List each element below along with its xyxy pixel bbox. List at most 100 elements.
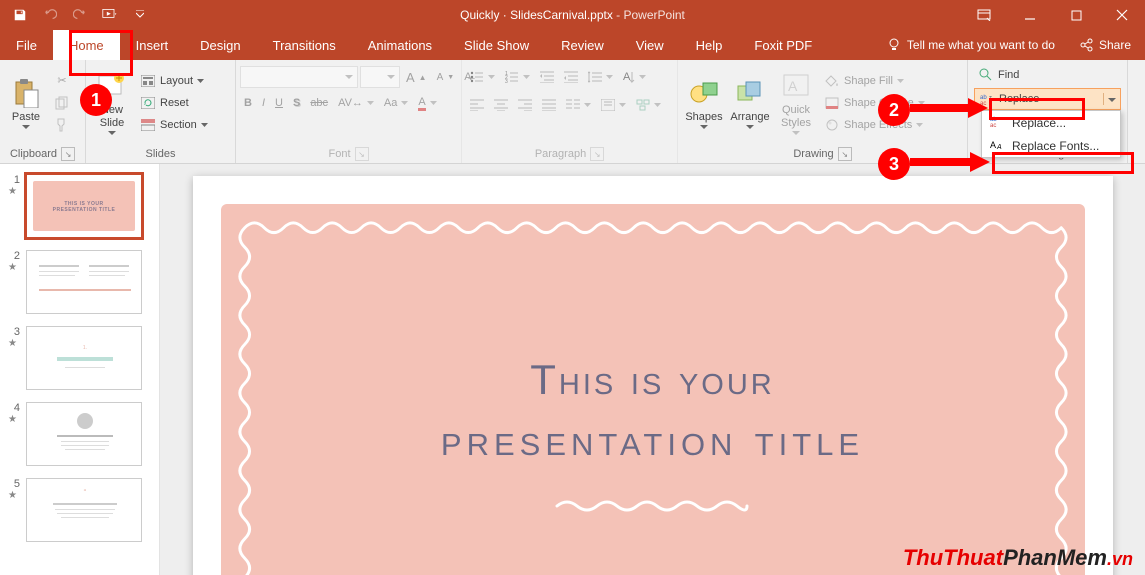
reset-button[interactable]: Reset (136, 92, 212, 114)
arrange-button[interactable]: Arrange (728, 75, 772, 131)
ribbon-display-options-button[interactable] (961, 0, 1007, 30)
section-button[interactable]: Section (136, 114, 212, 136)
char-spacing-button[interactable]: AV↔ (334, 92, 378, 114)
font-family-combo[interactable] (240, 66, 358, 88)
paragraph-dialog-launcher[interactable]: ↘ (590, 147, 604, 161)
app-name: - PowerPoint (613, 8, 685, 22)
svg-text:ac: ac (980, 101, 986, 105)
shrink-font-button[interactable]: A▼ (433, 66, 459, 88)
font-color-button[interactable]: A (414, 92, 440, 114)
svg-text:1.: 1. (83, 345, 87, 351)
italic-button[interactable]: I (258, 92, 269, 114)
slide-background: This is your presentation title (221, 204, 1085, 575)
align-text-button[interactable] (597, 94, 630, 116)
layout-button[interactable]: Layout (136, 70, 212, 92)
justify-button[interactable] (538, 94, 560, 116)
qat-customize-button[interactable] (126, 2, 154, 28)
tab-transitions[interactable]: Transitions (257, 30, 352, 60)
align-right-button[interactable] (514, 94, 536, 116)
save-button[interactable] (6, 2, 34, 28)
menu-replace-fonts[interactable]: AAReplace Fonts... (982, 134, 1120, 157)
font-size-combo[interactable] (360, 66, 400, 88)
tab-design[interactable]: Design (184, 30, 256, 60)
lightbulb-icon (887, 38, 901, 52)
drawing-dialog-launcher[interactable]: ↘ (838, 147, 852, 161)
spacing-icon: AV↔ (338, 97, 363, 109)
reset-icon (140, 95, 156, 111)
increase-indent-button[interactable] (560, 66, 582, 88)
align-center-button[interactable] (490, 94, 512, 116)
tab-view[interactable]: View (620, 30, 680, 60)
cut-button[interactable]: ✂ (50, 70, 74, 92)
columns-button[interactable] (562, 94, 595, 116)
grow-font-button[interactable]: A▲ (402, 66, 431, 88)
close-button[interactable] (1099, 0, 1145, 30)
maximize-button[interactable] (1053, 0, 1099, 30)
slide-canvas-area[interactable]: This is your presentation title (160, 164, 1145, 575)
arrange-icon (734, 77, 766, 109)
replace-fonts-icon: AA (990, 138, 1004, 153)
tab-animations[interactable]: Animations (352, 30, 448, 60)
tab-foxitpdf[interactable]: Foxit PDF (738, 30, 828, 60)
smartart-button[interactable] (632, 94, 665, 116)
section-icon (140, 117, 156, 133)
thumbnail-5[interactable]: 5★ “ (0, 476, 159, 552)
replace-dropdown-menu: abacReplace... AAReplace Fonts... (981, 110, 1121, 158)
line-spacing-button[interactable] (584, 66, 617, 88)
group-clipboard: Paste ✂ Clipboard↘ (0, 60, 86, 163)
ribbon-tabs: File Home Insert Design Transitions Anim… (0, 30, 1145, 60)
tellme-search[interactable]: Tell me what you want to do (877, 38, 1065, 52)
new-slide-icon (96, 70, 128, 102)
font-dialog-launcher[interactable]: ↘ (355, 147, 369, 161)
thumbnail-4[interactable]: 4★ (0, 400, 159, 476)
shape-outline-button[interactable]: Shape Outline (820, 92, 929, 114)
undo-button[interactable] (36, 2, 64, 28)
new-slide-button[interactable]: New Slide (90, 68, 134, 136)
quick-styles-button[interactable]: A Quick Styles (774, 68, 818, 136)
title-placeholder[interactable]: This is your presentation title (441, 351, 864, 521)
thumbnail-2[interactable]: 2★ (0, 248, 159, 324)
bold-button[interactable]: B (240, 92, 256, 114)
strikethrough-button[interactable]: abc (306, 92, 332, 114)
underline-button[interactable]: U (271, 92, 287, 114)
tab-insert[interactable]: Insert (120, 30, 185, 60)
effects-icon (824, 117, 840, 133)
thumbnail-3[interactable]: 3★ 1. (0, 324, 159, 400)
decrease-indent-button[interactable] (536, 66, 558, 88)
text-direction-button[interactable]: A (619, 66, 650, 88)
clipboard-dialog-launcher[interactable]: ↘ (61, 147, 75, 161)
group-slides: New Slide Layout Reset Section Slides (86, 60, 236, 163)
start-from-beginning-button[interactable] (96, 2, 124, 28)
quick-access-toolbar (0, 2, 154, 28)
format-painter-button[interactable] (50, 114, 74, 136)
shadow-button[interactable]: S (289, 92, 304, 114)
outline-icon (824, 95, 840, 111)
thumbnail-1[interactable]: 1★ THIS IS YOURPRESENTATION TITLE (0, 172, 159, 248)
change-case-button[interactable]: Aa (380, 92, 412, 114)
scissors-icon: ✂ (54, 73, 70, 89)
workarea: 1★ THIS IS YOURPRESENTATION TITLE 2★ 3★ … (0, 164, 1145, 575)
redo-button[interactable] (66, 2, 94, 28)
copy-button[interactable] (50, 92, 74, 114)
slide-thumbnail-pane[interactable]: 1★ THIS IS YOURPRESENTATION TITLE 2★ 3★ … (0, 164, 160, 575)
menu-replace[interactable]: abacReplace... (982, 111, 1120, 134)
share-button[interactable]: Share (1065, 38, 1145, 52)
shapes-button[interactable]: Shapes (682, 75, 726, 131)
tab-file[interactable]: File (0, 30, 53, 60)
replace-splitbutton[interactable]: abac Replace (974, 88, 1121, 110)
tab-home[interactable]: Home (53, 30, 120, 60)
window-buttons (961, 0, 1145, 30)
tab-help[interactable]: Help (680, 30, 739, 60)
tab-slideshow[interactable]: Slide Show (448, 30, 545, 60)
shape-fill-button[interactable]: Shape Fill (820, 70, 929, 92)
replace-dropdown-arrow[interactable] (1103, 93, 1116, 105)
svg-text:3: 3 (505, 79, 508, 83)
bullets-button[interactable] (466, 66, 499, 88)
paste-button[interactable]: Paste (4, 75, 48, 131)
find-button[interactable]: Find (974, 64, 1121, 86)
align-left-button[interactable] (466, 94, 488, 116)
numbering-button[interactable]: 123 (501, 66, 534, 88)
tab-review[interactable]: Review (545, 30, 620, 60)
minimize-button[interactable] (1007, 0, 1053, 30)
shape-effects-button[interactable]: Shape Effects (820, 114, 929, 136)
